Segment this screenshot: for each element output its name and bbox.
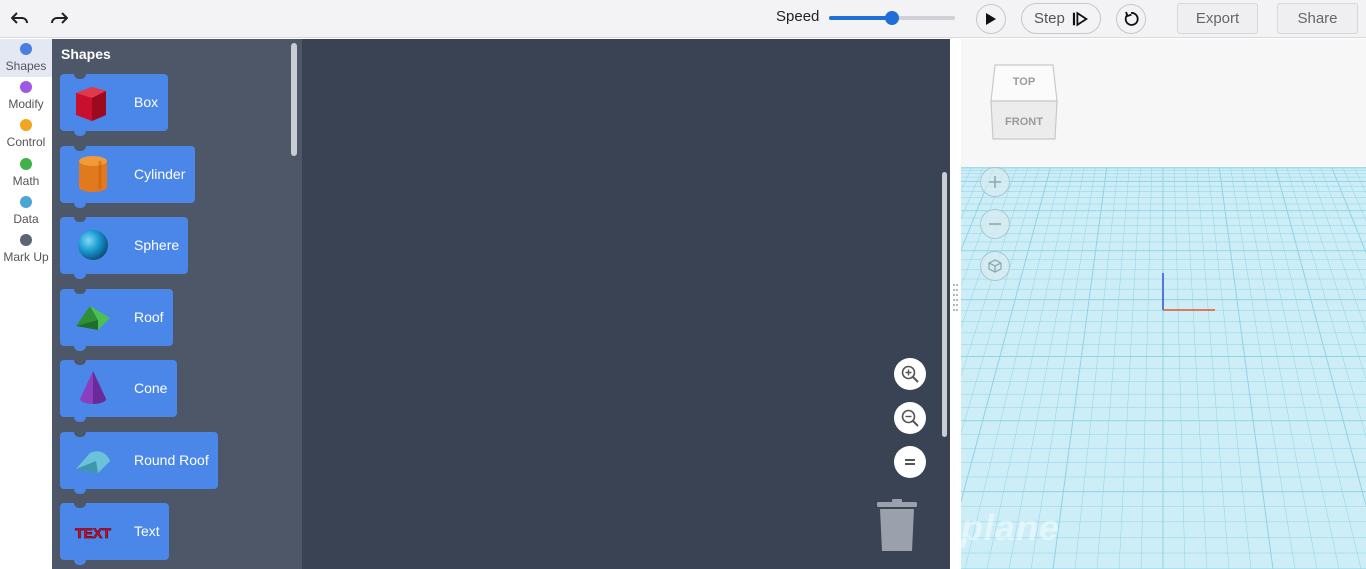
view-cube-front-label[interactable]: FRONT — [1005, 116, 1043, 128]
block-label: Round Roof — [134, 452, 209, 468]
step-button[interactable]: Step — [1021, 3, 1101, 34]
view-cube-top-label[interactable]: TOP — [1013, 76, 1035, 88]
shape-block-cylinder[interactable]: Cylinder — [60, 146, 195, 208]
category-shapes[interactable]: Shapes — [0, 39, 52, 77]
axis-gizmo — [1162, 273, 1215, 311]
text-shape-icon: TEXT — [72, 510, 114, 552]
block-notch — [74, 74, 86, 79]
category-mark-up[interactable]: Mark Up — [0, 230, 52, 268]
block-workspace[interactable] — [302, 39, 950, 569]
home-cube-icon — [988, 259, 1002, 273]
panel-resize-handle[interactable] — [950, 39, 961, 569]
block-tab — [74, 274, 86, 279]
category-sidebar: Shapes Modify Control Math Data Mark Up — [0, 39, 52, 569]
block-flyout: Shapes Box Cylinder Sphere Roof Cone Round Ro… — [52, 39, 302, 569]
block-label: Cylinder — [134, 166, 186, 182]
toolbar: Speed Step Export Share — [0, 0, 1366, 38]
category-color-dot — [20, 119, 32, 131]
category-label: Control — [6, 135, 46, 149]
speed-slider-fill — [829, 16, 892, 20]
block-notch — [74, 217, 86, 222]
block-label: Box — [134, 94, 159, 110]
plane-watermark: plane — [961, 507, 1061, 548]
shape-block-box[interactable]: Box — [60, 74, 168, 136]
3d-viewport[interactable]: TOP FRONT plane — [961, 39, 1366, 569]
view-cube[interactable]: TOP FRONT — [989, 61, 1059, 143]
block-tab — [74, 417, 86, 422]
shape-block-roof[interactable]: Roof — [60, 289, 173, 351]
reset-icon — [1124, 11, 1139, 26]
play-icon — [986, 13, 996, 25]
category-label: Data — [13, 212, 39, 226]
block-label: Cone — [134, 380, 168, 396]
block-notch — [74, 503, 86, 508]
speed-slider-thumb[interactable] — [885, 11, 899, 25]
category-color-dot — [20, 158, 32, 170]
shape-block-cone[interactable]: Cone — [60, 360, 177, 422]
minus-icon — [989, 223, 1001, 225]
flyout-scrollbar[interactable] — [291, 43, 297, 156]
category-math[interactable]: Math — [0, 154, 52, 192]
category-color-dot — [20, 196, 32, 208]
category-color-dot — [20, 234, 32, 246]
svg-text:TEXT: TEXT — [75, 525, 111, 541]
viewport-zoom-out-button[interactable] — [980, 209, 1010, 239]
block-label: Sphere — [134, 237, 180, 253]
workspace-scrollbar[interactable] — [942, 172, 947, 437]
zoom-out-icon — [901, 409, 919, 427]
block-tab — [74, 489, 86, 494]
workspace-zoom-in-button[interactable] — [894, 358, 926, 390]
shape-block-round-roof[interactable]: Round Roof — [60, 432, 218, 494]
zoom-in-icon — [901, 365, 919, 383]
cylinder-shape-icon — [72, 153, 114, 195]
category-label: Math — [12, 174, 40, 188]
viewport-zoom-in-button[interactable] — [980, 167, 1010, 197]
speed-slider[interactable] — [829, 11, 955, 25]
block-notch — [74, 146, 86, 151]
block-tab — [74, 131, 86, 136]
block-notch — [74, 360, 86, 365]
trash-can[interactable] — [876, 497, 918, 553]
category-data[interactable]: Data — [0, 192, 52, 230]
zoom-reset-icon — [905, 459, 915, 465]
speed-label: Speed — [776, 8, 820, 25]
category-color-dot — [20, 43, 32, 55]
redo-icon[interactable] — [47, 8, 71, 28]
undo-icon[interactable] — [8, 8, 32, 28]
cone-shape-icon — [72, 367, 114, 409]
block-label: Roof — [134, 309, 164, 325]
sphere-shape-icon — [72, 224, 114, 266]
workspace-zoom-out-button[interactable] — [894, 402, 926, 434]
step-label: Step — [1034, 10, 1065, 27]
export-button[interactable]: Export — [1177, 3, 1258, 34]
viewport-home-view-button[interactable] — [980, 251, 1010, 281]
reset-button[interactable] — [1116, 4, 1146, 34]
block-tab — [74, 560, 86, 565]
step-forward-icon — [1072, 11, 1088, 26]
category-modify[interactable]: Modify — [0, 77, 52, 115]
workspace-zoom-reset-button[interactable] — [894, 446, 926, 478]
category-label: Modify — [8, 97, 44, 111]
block-tab — [74, 346, 86, 351]
shape-block-sphere[interactable]: Sphere — [60, 217, 188, 279]
roof-shape-icon — [72, 296, 114, 338]
category-control[interactable]: Control — [0, 115, 52, 153]
plus-icon — [989, 176, 1001, 188]
category-color-dot — [20, 81, 32, 93]
round-roof-shape-icon — [72, 439, 114, 481]
category-label: Mark Up — [3, 250, 49, 264]
block-label: Text — [134, 523, 160, 539]
grip-icon — [953, 284, 958, 311]
flyout-title: Shapes — [61, 46, 111, 62]
block-notch — [74, 289, 86, 294]
block-tab — [74, 203, 86, 208]
trash-icon — [877, 499, 917, 551]
category-label: Shapes — [5, 59, 47, 73]
shape-block-text[interactable]: TEXT Text — [60, 503, 169, 565]
play-button[interactable] — [976, 4, 1006, 34]
box-shape-icon — [72, 81, 114, 123]
share-button[interactable]: Share — [1277, 3, 1358, 34]
block-notch — [74, 432, 86, 437]
